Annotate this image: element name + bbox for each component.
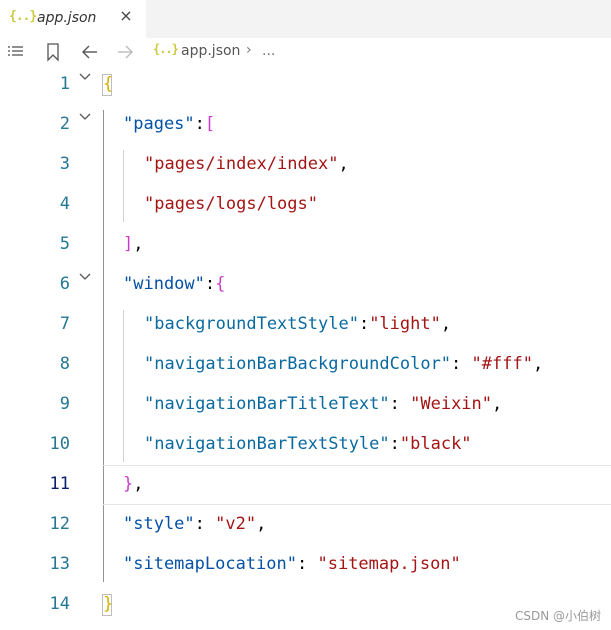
code-token: , (338, 154, 349, 174)
code-line[interactable]: 12 "style": "v2", (0, 506, 611, 546)
current-line-highlight (103, 465, 611, 505)
code-line[interactable]: 4 "pages/logs/logs" (0, 186, 611, 226)
tab-label: app.json (37, 10, 97, 26)
code-token: "pages/logs/logs" (144, 194, 318, 214)
code-text: "navigationBarBackgroundColor": "#fff", (144, 354, 543, 374)
code-text: "window":{ (123, 274, 225, 294)
code-text: "style": "v2", (123, 514, 266, 534)
json-file-icon: {..} (153, 42, 179, 56)
code-token: : (451, 354, 472, 374)
bracket-match-box (102, 74, 112, 96)
code-line[interactable]: 6 "window":{ (0, 266, 611, 306)
code-token: "backgroundTextStyle" (144, 314, 359, 334)
code-text: }, (123, 474, 144, 494)
code-token: "navigationBarTitleText" (144, 394, 390, 414)
code-token: ] (123, 234, 134, 254)
code-token: "sitemapLocation" (123, 554, 297, 574)
code-token: "window" (123, 274, 205, 294)
code-token: , (256, 514, 267, 534)
line-number: 2 (59, 114, 70, 134)
code-text: "pages/index/index", (144, 154, 349, 174)
code-line[interactable]: 5], (0, 226, 611, 266)
fold-chevron-down-icon[interactable] (78, 272, 92, 282)
code-token: "Weixin" (410, 394, 493, 414)
line-number: 1 (59, 74, 70, 94)
line-number: 3 (59, 154, 70, 174)
chevron-right-icon: › (246, 42, 252, 58)
fold-chevron-down-icon[interactable] (78, 112, 92, 122)
code-line[interactable]: 9 "navigationBarTitleText": "Weixin", (0, 386, 611, 426)
code-token: "sitemap.json" (317, 554, 461, 574)
arrow-left-icon[interactable] (80, 42, 100, 62)
code-token: , (133, 474, 144, 494)
line-number: 10 (49, 434, 70, 454)
code-token: "pages" (123, 114, 195, 134)
breadcrumb-bar (0, 38, 611, 66)
code-line[interactable]: 13 "sitemapLocation": "sitemap.json" (0, 546, 611, 586)
line-number: 5 (59, 234, 70, 254)
code-text: "navigationBarTextStyle":"black" (144, 434, 472, 454)
breadcrumb-more[interactable]: ... (262, 43, 275, 59)
code-line[interactable]: 1{ (0, 66, 611, 106)
code-token: , (133, 234, 144, 254)
line-number: 14 (49, 594, 70, 614)
watermark: CSDN @小伯树 (514, 609, 601, 623)
tab-bar: {..} app.json × (0, 0, 611, 38)
line-number: 12 (49, 514, 70, 534)
code-token: : (389, 434, 400, 454)
line-number: 4 (59, 194, 70, 214)
close-icon[interactable]: × (118, 8, 134, 24)
bookmark-icon[interactable] (43, 42, 63, 62)
code-line[interactable]: 3 "pages/index/index", (0, 146, 611, 186)
code-line[interactable]: 2 "pages":[ (0, 106, 611, 146)
code-line[interactable]: 11}, (0, 465, 611, 506)
code-token: "navigationBarTextStyle" (144, 434, 390, 454)
code-text: "sitemapLocation": "sitemap.json" (123, 554, 461, 574)
code-token: , (532, 354, 544, 374)
code-text: "pages/logs/logs" (144, 194, 318, 214)
line-number: 7 (59, 314, 70, 334)
code-line[interactable]: 10 "navigationBarTextStyle":"black" (0, 426, 611, 466)
code-token: : (194, 114, 205, 134)
code-token: , (440, 314, 452, 334)
code-text: ], (123, 234, 144, 254)
code-token: "navigationBarBackgroundColor" (144, 354, 452, 374)
code-token: "v2" (215, 514, 257, 534)
code-editor[interactable]: 1{2 "pages":[3 "pages/index/index", 4 "pages… (0, 66, 611, 630)
line-number: 11 (49, 474, 70, 494)
breadcrumb-file[interactable]: app.json (181, 43, 240, 59)
code-token: [ (204, 114, 216, 134)
code-text: "backgroundTextStyle":"light", (144, 314, 451, 334)
code-token: "style" (123, 514, 195, 534)
arrow-right-icon[interactable] (115, 42, 135, 62)
code-token: : (358, 314, 370, 334)
code-token: "#fff" (471, 354, 533, 374)
code-text: "navigationBarTitleText": "Weixin", (144, 394, 502, 414)
code-token: : (194, 514, 216, 534)
code-token: } (123, 474, 134, 494)
line-number: 13 (49, 554, 70, 574)
bracket-match-box (102, 594, 112, 616)
code-line[interactable]: 7 "backgroundTextStyle":"light", (0, 306, 611, 346)
code-token: , (492, 394, 503, 414)
list-icon[interactable] (6, 42, 26, 62)
json-file-icon: {..} (9, 9, 37, 24)
line-number: 6 (59, 274, 70, 294)
line-number: 8 (59, 354, 70, 374)
code-token: : (204, 274, 216, 294)
code-token: { (215, 274, 226, 294)
code-token: : (297, 554, 318, 574)
code-token: : (389, 394, 411, 414)
code-text: "pages":[ (123, 114, 215, 134)
tab-app-json[interactable]: {..} app.json × (0, 0, 146, 38)
code-token: "pages/index/index" (144, 154, 339, 174)
code-line[interactable]: 8 "navigationBarBackgroundColor": "#fff", (0, 346, 611, 386)
line-number: 9 (59, 394, 70, 414)
code-token: "black" (399, 434, 472, 454)
fold-chevron-down-icon[interactable] (78, 72, 92, 82)
code-token: "light" (369, 314, 441, 334)
